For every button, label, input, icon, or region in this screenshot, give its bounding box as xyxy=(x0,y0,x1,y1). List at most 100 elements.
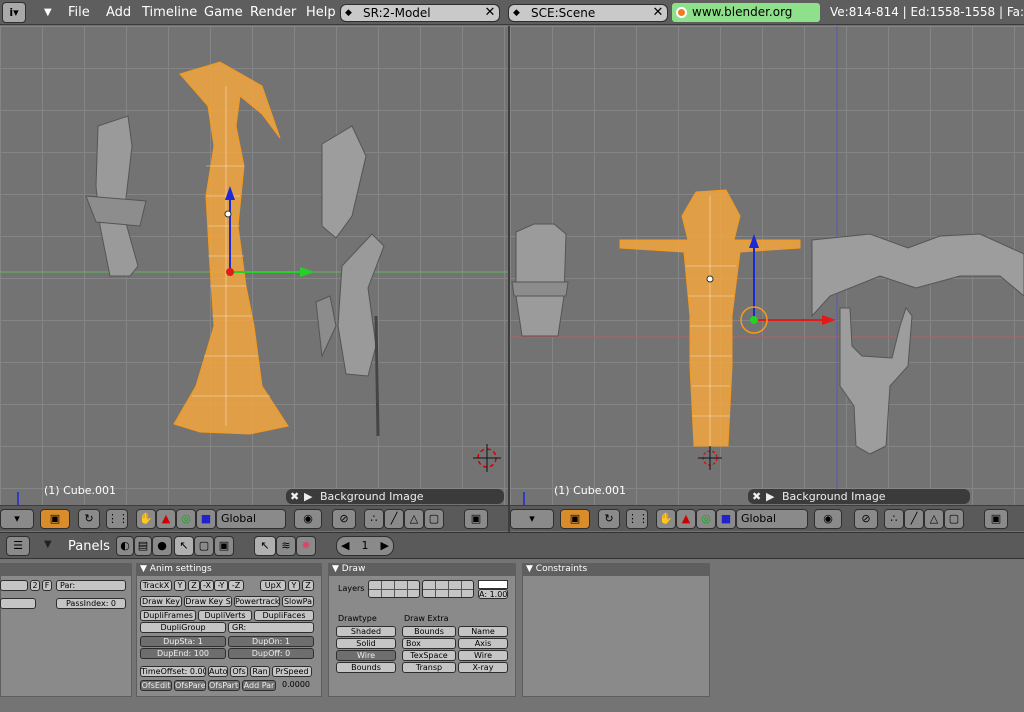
alpha-field[interactable]: A: 1.00 xyxy=(478,589,508,599)
dupend-field[interactable]: DupEnd: 100 xyxy=(140,648,226,659)
editing-icon[interactable]: ▢ xyxy=(194,536,214,556)
pass-index-field[interactable]: PassIndex: 0 xyxy=(56,598,126,609)
collapse-icon[interactable]: ▼ xyxy=(44,0,52,25)
auto-button[interactable]: Auto xyxy=(208,666,228,677)
layer-number[interactable]: 2 xyxy=(30,580,40,591)
info-icon[interactable]: i▾ xyxy=(2,2,26,23)
arrow-left-icon[interactable]: ◀ xyxy=(341,537,349,555)
view-type-menu[interactable]: ▾ xyxy=(510,509,554,529)
background-image-panel[interactable]: ✖ ▶ Background Image xyxy=(286,489,504,504)
panels-label[interactable]: Panels xyxy=(68,539,110,554)
slowpar-button[interactable]: SlowPa xyxy=(282,596,314,607)
extra-transp[interactable]: Transp xyxy=(402,662,456,673)
up-z-button[interactable]: Z xyxy=(302,580,314,591)
drawtype-shaded[interactable]: Shaded xyxy=(336,626,396,637)
extra-bounds[interactable]: Bounds xyxy=(402,626,456,637)
draw-key-button[interactable]: Draw Key xyxy=(140,596,182,607)
dupsta-field[interactable]: DupSta: 1 xyxy=(140,636,226,647)
layer-buttons-a[interactable] xyxy=(368,580,420,598)
dupligroup-button[interactable]: DupliGroup xyxy=(140,622,226,633)
up-y-button[interactable]: Y xyxy=(288,580,300,591)
occlude-icon[interactable]: ▢ xyxy=(944,509,964,529)
close-icon[interactable]: ✖ xyxy=(290,489,299,504)
face-select-icon[interactable]: △ xyxy=(404,509,424,529)
draw-key-sel-button[interactable]: Draw Key S xyxy=(184,596,232,607)
background-image-panel[interactable]: ✖ ▶ Background Image xyxy=(748,489,970,504)
slider-field[interactable] xyxy=(0,598,36,609)
layer-buttons-b[interactable] xyxy=(422,580,474,598)
snap-icon[interactable]: ⊘ xyxy=(332,509,356,529)
particles-icon[interactable]: ✸ xyxy=(296,536,316,556)
ofsedit-button[interactable]: OfsEdit xyxy=(140,680,172,691)
addpar-button[interactable]: Add Par xyxy=(242,680,276,691)
extra-name[interactable]: Name xyxy=(458,626,508,637)
view-type-menu[interactable]: ▾ xyxy=(0,509,34,529)
fake-user-button[interactable]: F xyxy=(42,580,52,591)
logic-icon[interactable]: ◐ xyxy=(116,536,134,556)
layers-icon[interactable]: ⋮⋮ xyxy=(626,509,649,529)
dupoff-field[interactable]: DupOff: 0 xyxy=(228,648,314,659)
pivot-icon[interactable]: ◉ xyxy=(814,509,842,529)
script-icon[interactable]: ▤ xyxy=(134,536,152,556)
physics-icon[interactable]: ≋ xyxy=(276,536,296,556)
snap-icon[interactable]: ⊘ xyxy=(854,509,878,529)
rotate-icon[interactable]: ↻ xyxy=(78,509,100,529)
viewport-right[interactable]: (1) Cube.001 ✖ ▶ Background Image xyxy=(510,26,1024,505)
scale-icon[interactable]: ■ xyxy=(716,509,736,529)
duplifaces-button[interactable]: DupliFaces xyxy=(254,610,314,621)
object-mode-icon[interactable]: ▣ xyxy=(40,509,70,529)
translate-icon[interactable]: ▲ xyxy=(156,509,176,529)
render-preview-icon[interactable]: ▣ xyxy=(464,509,488,529)
drawtype-bounds[interactable]: Bounds xyxy=(336,662,396,673)
scale-icon[interactable]: ■ xyxy=(196,509,216,529)
occlude-icon[interactable]: ▢ xyxy=(424,509,444,529)
group-field[interactable]: GR: xyxy=(228,622,314,633)
extra-texspace[interactable]: TexSpace xyxy=(402,650,456,661)
scene-icon[interactable]: ▣ xyxy=(214,536,234,556)
prspeed-button[interactable]: PrSpeed xyxy=(272,666,312,677)
parent-field[interactable]: Par: xyxy=(56,580,126,591)
collapse-icon[interactable]: ▼ xyxy=(44,539,52,550)
object-field[interactable] xyxy=(0,580,28,591)
rotate-manip-icon[interactable]: ◎ xyxy=(176,509,196,529)
track-x-button[interactable]: TrackX xyxy=(140,580,172,591)
track-negz-button[interactable]: -Z xyxy=(228,580,244,591)
menu-file[interactable]: File xyxy=(62,0,96,25)
track-z-button[interactable]: Z xyxy=(188,580,200,591)
frame-field[interactable]: ◀ 1 ▶ xyxy=(336,536,394,556)
drawtype-wire[interactable]: Wire xyxy=(336,650,396,661)
ran-button[interactable]: Ran xyxy=(250,666,270,677)
arrow-right-icon[interactable]: ▶ xyxy=(381,537,389,555)
dupliverts-button[interactable]: DupliVerts xyxy=(198,610,252,621)
drawtype-solid[interactable]: Solid xyxy=(336,638,396,649)
edge-select-icon[interactable]: ╱ xyxy=(384,509,404,529)
grab-hand-icon[interactable]: ✋ xyxy=(656,509,676,529)
color-swatch[interactable] xyxy=(478,580,508,589)
layers-icon[interactable]: ⋮⋮ xyxy=(106,509,129,529)
vertex-select-icon[interactable]: ∴ xyxy=(884,509,904,529)
shading-icon[interactable]: ● xyxy=(152,536,172,556)
dupliframes-button[interactable]: DupliFrames xyxy=(140,610,196,621)
extra-axis[interactable]: Axis xyxy=(458,638,508,649)
pivot-icon[interactable]: ◉ xyxy=(294,509,322,529)
menu-timeline[interactable]: Timeline xyxy=(136,0,203,25)
vertex-select-icon[interactable]: ∴ xyxy=(364,509,384,529)
menu-add[interactable]: Add xyxy=(100,0,137,25)
object-icon[interactable]: ↖ xyxy=(174,536,194,556)
track-negy-button[interactable]: -Y xyxy=(214,580,228,591)
render-preview-icon[interactable]: ▣ xyxy=(984,509,1008,529)
scene-selector[interactable]: ◆ SCE:Scene ✕ xyxy=(508,4,668,22)
grab-hand-icon[interactable]: ✋ xyxy=(136,509,156,529)
extra-box[interactable]: Box xyxy=(402,638,456,649)
viewport-left[interactable]: (1) Cube.001 ✖ ▶ Background Image xyxy=(0,26,508,505)
object-mode-icon[interactable]: ▣ xyxy=(560,509,590,529)
edge-select-icon[interactable]: ╱ xyxy=(904,509,924,529)
close-icon[interactable]: ✕ xyxy=(651,6,665,20)
close-icon[interactable]: ✕ xyxy=(483,6,497,20)
extra-wire[interactable]: Wire xyxy=(458,650,508,661)
object-subctx-icon[interactable]: ↖ xyxy=(254,536,276,556)
face-select-icon[interactable]: △ xyxy=(924,509,944,529)
timeoffset-field[interactable]: TimeOffset: 0.00 xyxy=(140,666,206,677)
menu-render[interactable]: Render xyxy=(244,0,302,25)
ofsparti-button[interactable]: OfsParti xyxy=(208,680,240,691)
